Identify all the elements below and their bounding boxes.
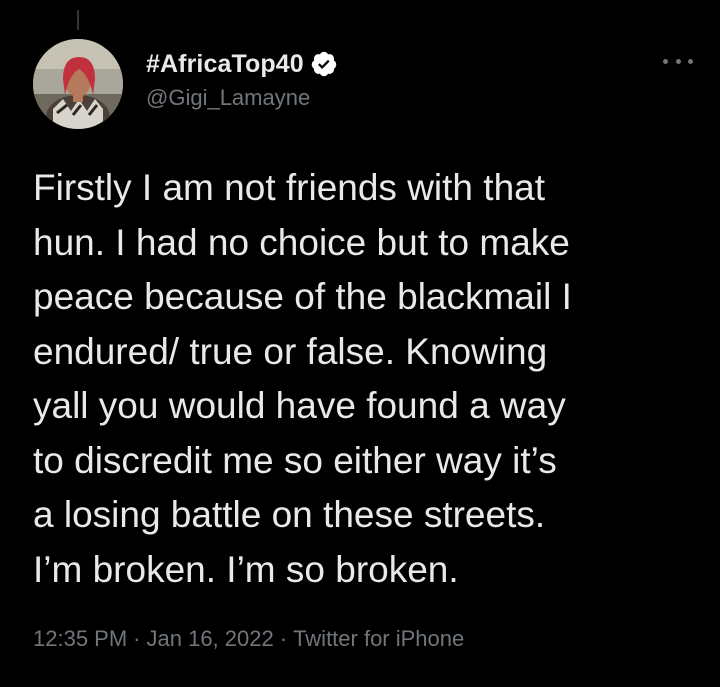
- more-dot: [663, 58, 668, 64]
- tweet-text-line: endured/ true or false. Knowing: [33, 330, 548, 372]
- author-names: #AfricaTop40 @Gigi_Lamayne: [146, 47, 338, 111]
- tweet-text: Firstly I am not friends with that hun. …: [33, 161, 693, 597]
- tweet-text-line: a losing battle on these streets.: [33, 494, 546, 535]
- display-name[interactable]: #AfricaTop40: [146, 50, 304, 79]
- tweet-text-line: I’m broken. I’m so broken.: [33, 548, 459, 590]
- more-dot: [688, 58, 693, 64]
- tweet-text-line: peace because of the blackmail I: [33, 276, 572, 317]
- verified-badge-icon: [310, 50, 338, 78]
- tweet-date[interactable]: Jan 16, 2022: [147, 626, 274, 651]
- more-dot: [675, 58, 681, 64]
- tweet-source[interactable]: Twitter for iPhone: [293, 626, 464, 651]
- avatar[interactable]: [33, 39, 123, 129]
- thread-connector-line: [77, 10, 79, 30]
- tweet-text-line: Firstly I am not friends with that: [33, 167, 546, 208]
- tweet-time[interactable]: 12:35 PM: [33, 626, 127, 651]
- tweet-text-line: to discredit me so either way it’s: [33, 439, 557, 481]
- tweet-text-line: hun. I had no choice but to make: [33, 221, 570, 263]
- meta-separator: ·: [133, 626, 141, 651]
- tweet-metadata: 12:35 PM · Jan 16, 2022 · Twitter for iPhone: [33, 626, 464, 652]
- tweet-text-line: yall you would have found a way: [33, 385, 566, 426]
- meta-separator: ·: [279, 626, 288, 651]
- more-options-icon[interactable]: [663, 55, 693, 67]
- tweet-header: #AfricaTop40 @Gigi_Lamayne: [33, 39, 693, 131]
- author-handle[interactable]: @Gigi_Lamayne: [146, 85, 338, 111]
- display-name-row: #AfricaTop40: [146, 47, 338, 81]
